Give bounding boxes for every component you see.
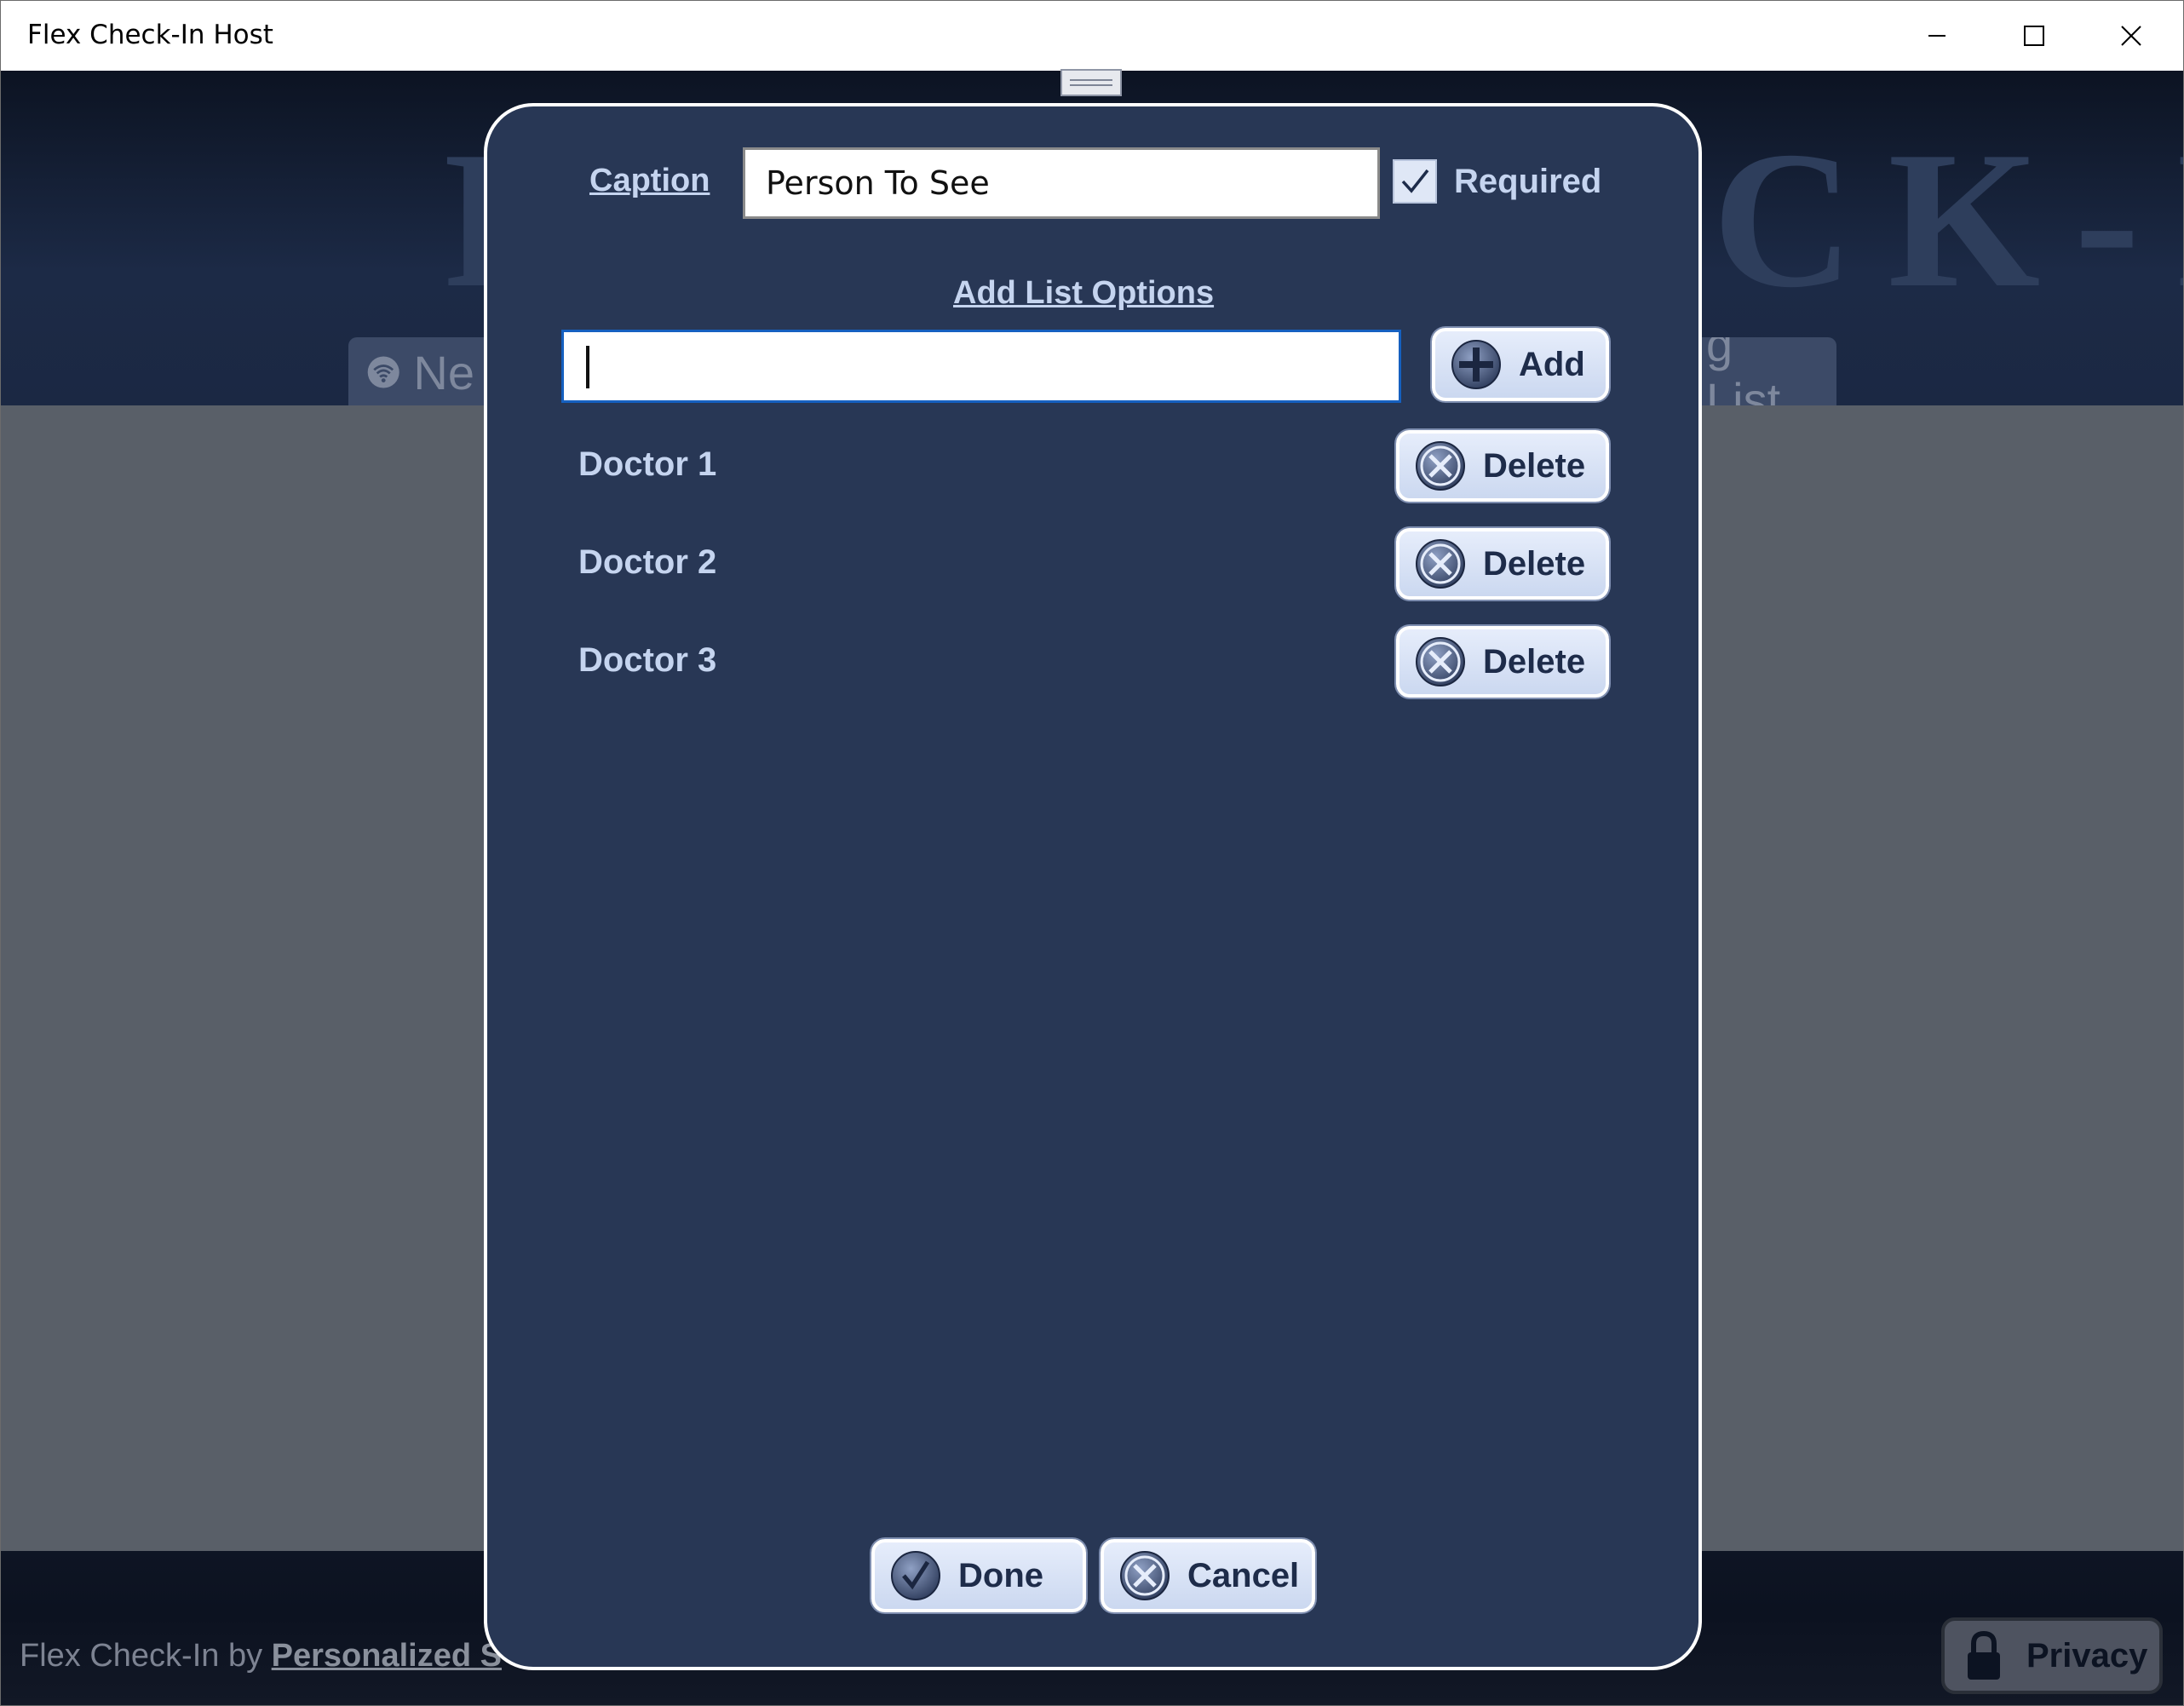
privacy-button[interactable]: Privacy bbox=[1941, 1617, 2163, 1694]
delete-option-3-button[interactable]: Delete bbox=[1396, 626, 1609, 698]
text-caret bbox=[586, 346, 589, 388]
wifi-icon bbox=[367, 356, 399, 388]
privacy-label: Privacy bbox=[2026, 1636, 2148, 1674]
footer-link[interactable]: Personalized S bbox=[272, 1638, 502, 1674]
tab-list[interactable]: g List bbox=[1687, 337, 1836, 407]
maximize-button[interactable] bbox=[1986, 1, 2083, 71]
window-title: Flex Check-In Host bbox=[27, 20, 273, 50]
cancel-label: Cancel bbox=[1187, 1556, 1300, 1594]
x-circle-icon bbox=[1119, 1550, 1170, 1601]
tab-network[interactable]: Ne bbox=[348, 337, 493, 407]
delete-label: Delete bbox=[1483, 544, 1586, 583]
close-button[interactable] bbox=[2083, 1, 2180, 71]
caption-label: Caption bbox=[589, 163, 710, 198]
title-bar: Flex Check-In Host bbox=[1, 1, 2183, 71]
app-window: Flex Check-In Host FLEX CHECK-IN HOST Ne bbox=[0, 0, 2184, 1706]
option-label-1: Doctor 1 bbox=[578, 445, 717, 483]
delete-option-2-button[interactable]: Delete bbox=[1396, 528, 1609, 600]
plus-circle-icon bbox=[1451, 339, 1502, 390]
x-circle-icon bbox=[1415, 440, 1466, 491]
maximize-icon bbox=[2024, 26, 2044, 46]
lock-icon bbox=[1968, 1630, 2000, 1680]
caption-value: Person To See bbox=[766, 164, 990, 202]
required-checkbox[interactable] bbox=[1393, 159, 1437, 204]
add-button-label: Add bbox=[1519, 345, 1585, 383]
done-label: Done bbox=[958, 1556, 1043, 1594]
done-button[interactable]: Done bbox=[871, 1539, 1086, 1612]
tab-network-label: Ne bbox=[413, 345, 474, 399]
minimize-button[interactable] bbox=[1888, 1, 1986, 71]
delete-option-1-button[interactable]: Delete bbox=[1396, 430, 1609, 502]
add-list-options-title: Add List Options bbox=[953, 275, 1215, 311]
footer-credit: Flex Check-In by Personalized S bbox=[20, 1638, 502, 1674]
delete-label: Delete bbox=[1483, 642, 1586, 681]
footer-prefix: Flex Check-In by bbox=[20, 1638, 263, 1674]
minimize-icon bbox=[1928, 35, 1945, 37]
new-option-input[interactable] bbox=[561, 330, 1401, 403]
check-circle-icon bbox=[890, 1550, 941, 1601]
dialog-drag-handle[interactable] bbox=[1060, 69, 1122, 96]
x-circle-icon bbox=[1415, 538, 1466, 589]
checkmark-icon bbox=[1401, 169, 1429, 193]
cancel-button[interactable]: Cancel bbox=[1101, 1539, 1315, 1612]
add-option-button[interactable]: Add bbox=[1432, 328, 1609, 401]
option-label-2: Doctor 2 bbox=[578, 543, 717, 581]
option-label-3: Doctor 3 bbox=[578, 641, 717, 679]
x-circle-icon bbox=[1415, 636, 1466, 687]
required-label[interactable]: Required bbox=[1454, 163, 1601, 201]
delete-label: Delete bbox=[1483, 446, 1586, 485]
tab-list-label: g List bbox=[1706, 337, 1781, 407]
close-icon bbox=[2121, 26, 2141, 46]
caption-input[interactable]: Person To See bbox=[743, 147, 1380, 219]
